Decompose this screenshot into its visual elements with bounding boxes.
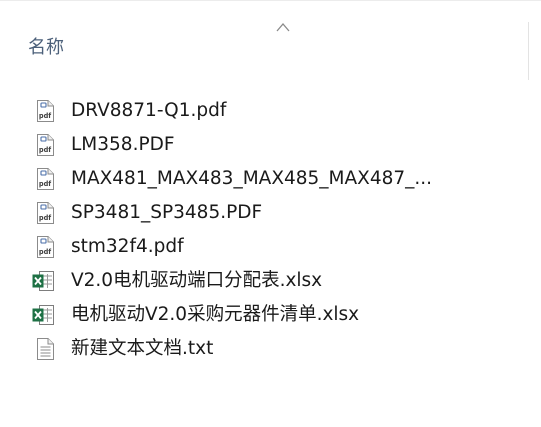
file-name: LM358.PDF (71, 134, 175, 155)
file-name: 电机驱动V2.0采购元器件清单.xlsx (71, 304, 360, 325)
file-name: SP3481_SP3485.PDF (71, 202, 263, 223)
file-row-pdf[interactable]: pdf DRV8871-Q1.pdf (0, 94, 541, 128)
pdf-file-icon: pdf (35, 168, 55, 190)
text-file-icon (35, 338, 55, 360)
column-divider[interactable] (528, 22, 529, 80)
svg-text:pdf: pdf (39, 146, 51, 154)
file-name: V2.0电机驱动端口分配表.xlsx (71, 270, 323, 291)
pdf-file-icon: pdf (35, 134, 55, 156)
column-header: 名称 (0, 0, 541, 84)
file-list: pdf DRV8871-Q1.pdf pdf LM358.PDF pdf MAX… (0, 94, 541, 366)
file-row-pdf[interactable]: pdf SP3481_SP3485.PDF (0, 196, 541, 230)
excel-file-icon (31, 304, 55, 326)
file-row-xlsx[interactable]: 电机驱动V2.0采购元器件清单.xlsx (0, 298, 541, 332)
sort-ascending-icon[interactable] (276, 22, 290, 32)
svg-text:pdf: pdf (39, 248, 51, 256)
pdf-file-icon: pdf (35, 236, 55, 258)
column-header-name[interactable]: 名称 (28, 36, 64, 60)
file-row-pdf[interactable]: pdf MAX481_MAX483_MAX485_MAX487_... (0, 162, 541, 196)
file-name: DRV8871-Q1.pdf (71, 100, 227, 121)
file-row-xlsx[interactable]: V2.0电机驱动端口分配表.xlsx (0, 264, 541, 298)
file-name: stm32f4.pdf (71, 236, 184, 257)
svg-text:pdf: pdf (39, 180, 51, 188)
file-row-pdf[interactable]: pdf LM358.PDF (0, 128, 541, 162)
pdf-file-icon: pdf (35, 100, 55, 122)
excel-file-icon (31, 270, 55, 292)
file-name: 新建文本文档.txt (71, 338, 214, 359)
svg-text:pdf: pdf (39, 112, 51, 120)
pdf-file-icon: pdf (35, 202, 55, 224)
svg-text:pdf: pdf (39, 214, 51, 222)
file-row-txt[interactable]: 新建文本文档.txt (0, 332, 541, 366)
file-row-pdf[interactable]: pdf stm32f4.pdf (0, 230, 541, 264)
file-name: MAX481_MAX483_MAX485_MAX487_... (71, 168, 433, 189)
